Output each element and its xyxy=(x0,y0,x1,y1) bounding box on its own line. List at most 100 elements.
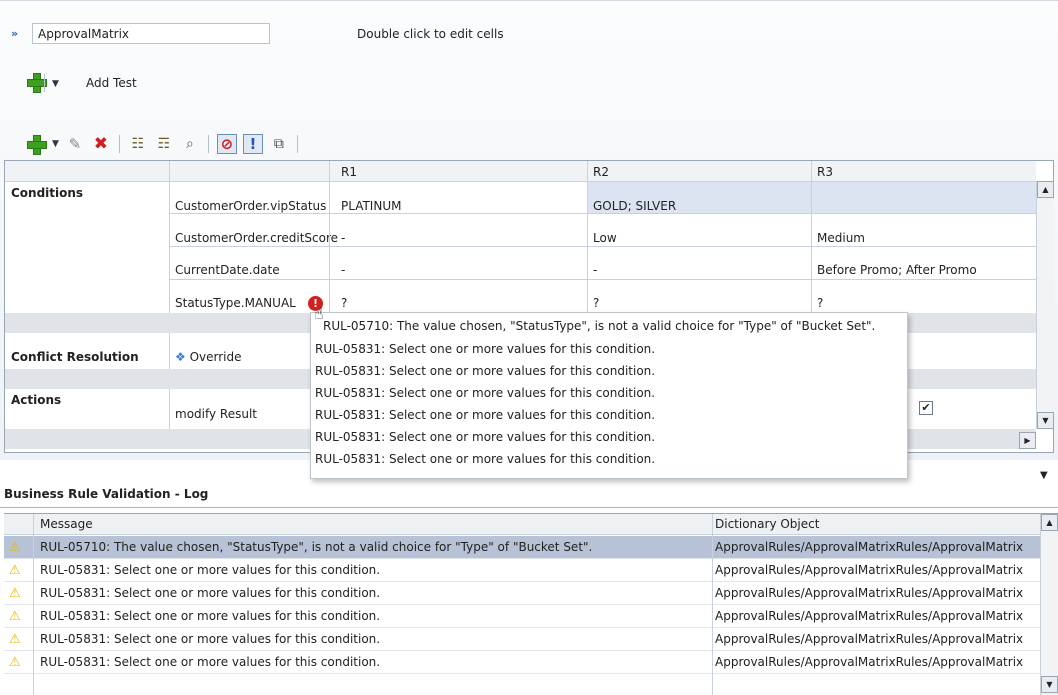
warning-icon: ⚠ xyxy=(9,632,21,647)
grid-line xyxy=(169,279,1036,280)
grid-line xyxy=(169,333,170,369)
log-message: RUL-05831: Select one or more values for… xyxy=(40,609,381,623)
conflict-resolution-label: Conflict Resolution xyxy=(11,350,139,364)
popup-message: RUL-05831: Select one or more values for… xyxy=(315,430,656,444)
log-object: ApprovalRules/ApprovalMatrixRules/Approv… xyxy=(715,540,1024,554)
advanced-settings-icon[interactable]: ⧉ xyxy=(269,134,289,154)
log-row[interactable]: ⚠ RUL-05710: The value chosen, "StatusTy… xyxy=(4,536,1058,559)
condition-cell[interactable]: ? xyxy=(587,296,599,310)
condition-cell[interactable]: Medium xyxy=(811,231,865,245)
grid-line xyxy=(712,514,713,695)
grid-line xyxy=(169,213,1036,214)
actions-section-label: Actions xyxy=(11,393,62,407)
condition-cell[interactable]: ? xyxy=(335,296,347,310)
merge-icon[interactable]: ☷ xyxy=(128,134,148,154)
log-header-row: Message Dictionary Object xyxy=(4,514,1058,535)
popup-message: RUL-05831: Select one or more values for… xyxy=(315,364,656,378)
column-header-r1[interactable]: R1 xyxy=(335,165,357,179)
column-header-r3[interactable]: R3 xyxy=(811,165,833,179)
popup-message: RUL-05831: Select one or more values for… xyxy=(315,408,656,422)
validate-icon[interactable]: ! xyxy=(242,134,263,154)
log-tab-title[interactable]: Business Rule Validation - Log xyxy=(4,487,208,501)
find-gaps-icon[interactable]: ⌕ xyxy=(180,134,200,154)
action-checkbox[interactable]: ✔ xyxy=(919,401,933,415)
grid-line xyxy=(169,161,170,313)
panel-collapse-icon[interactable]: ▼ xyxy=(1040,470,1048,481)
delete-icon[interactable]: ✖ xyxy=(91,134,111,154)
separator xyxy=(296,135,298,153)
override-label: Override xyxy=(189,350,242,364)
ruleset-name-input[interactable] xyxy=(32,23,270,44)
log-row[interactable]: ⚠ RUL-05831: Select one or more values f… xyxy=(4,582,1058,605)
log-vertical-scrollbar[interactable]: ▲ ▼ xyxy=(1040,514,1058,695)
log-row[interactable]: ⚠ RUL-05831: Select one or more values f… xyxy=(4,651,1058,674)
validation-popup: RUL-05710: The value chosen, "StatusType… xyxy=(310,312,908,479)
condition-cell[interactable]: - xyxy=(335,263,345,277)
add-row-plus-icon[interactable] xyxy=(26,134,47,155)
column-header-r2[interactable]: R2 xyxy=(587,165,609,179)
log-object: ApprovalRules/ApprovalMatrixRules/Approv… xyxy=(715,563,1024,577)
warning-icon: ⚠ xyxy=(9,609,21,624)
condition-name[interactable]: CustomerOrder.vipStatus xyxy=(169,199,326,213)
log-message: RUL-05831: Select one or more values for… xyxy=(40,563,381,577)
condition-name[interactable]: CustomerOrder.creditScore xyxy=(169,231,338,245)
separator xyxy=(44,74,45,92)
override-icon: ❖ xyxy=(175,350,186,364)
log-object: ApprovalRules/ApprovalMatrixRules/Approv… xyxy=(715,632,1024,646)
scroll-down-icon[interactable]: ▼ xyxy=(1037,412,1054,429)
grid-line xyxy=(169,246,1036,247)
log-message: RUL-05831: Select one or more values for… xyxy=(40,632,381,646)
popup-message: RUL-05831: Select one or more values for… xyxy=(315,452,656,466)
dictionary-object-column-header[interactable]: Dictionary Object xyxy=(715,517,1040,531)
log-row[interactable]: ⚠ RUL-05831: Select one or more values f… xyxy=(4,628,1058,651)
separator xyxy=(118,135,120,153)
add-dropdown-icon[interactable]: ▼ xyxy=(52,139,59,149)
conditions-section-label: Conditions xyxy=(11,186,84,200)
collapse-icon[interactable]: » xyxy=(11,27,18,40)
condition-name[interactable]: CurrentDate.date xyxy=(169,263,280,277)
log-table: Message Dictionary Object ⚠ RUL-05710: T… xyxy=(4,513,1058,695)
scroll-down-icon[interactable]: ▼ xyxy=(1041,676,1058,693)
popup-message: RUL-05710: The value chosen, "StatusType… xyxy=(323,319,876,333)
add-test-dropdown-icon[interactable]: ▼ xyxy=(52,79,59,89)
log-message: RUL-05831: Select one or more values for… xyxy=(40,655,381,669)
grid-line xyxy=(169,389,170,429)
warning-icon: ⚠ xyxy=(9,586,21,601)
log-message: RUL-05710: The value chosen, "StatusType… xyxy=(40,540,593,554)
vertical-scrollbar[interactable]: ▲ ▼ xyxy=(1036,181,1054,429)
grid-line xyxy=(587,161,588,313)
add-test-button[interactable]: Add Test xyxy=(86,76,137,90)
action-name[interactable]: modify Result xyxy=(169,407,257,421)
separator xyxy=(207,135,209,153)
edit-hint: Double click to edit cells xyxy=(357,27,504,41)
conflict-resolution-value[interactable]: ❖ Override xyxy=(169,350,242,364)
condition-cell[interactable]: ? xyxy=(811,296,823,310)
column-header-row xyxy=(5,161,1036,181)
condition-name[interactable]: StatusType.MANUAL xyxy=(169,296,296,310)
warning-icon: ⚠ xyxy=(9,563,21,578)
decision-table-toolbar: ▼ ✎ ✖ ☷ ☶ ⌕ ⊘ ! ⧉ xyxy=(26,133,300,155)
warning-icon: ⚠ xyxy=(9,655,21,670)
scroll-up-icon[interactable]: ▲ xyxy=(1037,181,1054,198)
condition-cell[interactable]: Before Promo; After Promo xyxy=(811,263,977,277)
condition-cell[interactable]: - xyxy=(335,231,345,245)
tab-underline xyxy=(0,507,1058,508)
split-icon[interactable]: ☶ xyxy=(154,134,174,154)
scroll-right-icon[interactable]: ▶ xyxy=(1019,432,1036,449)
hand-cursor-icon: ☝ xyxy=(314,304,324,323)
log-row[interactable]: ⚠ RUL-05831: Select one or more values f… xyxy=(4,605,1058,628)
condition-cell[interactable]: Low xyxy=(587,231,617,245)
no-conflict-icon[interactable]: ⊘ xyxy=(216,134,237,154)
grid-line xyxy=(5,181,1036,182)
add-test-plus-icon[interactable] xyxy=(26,72,47,93)
condition-cell[interactable]: PLATINUM xyxy=(335,199,401,213)
condition-cell[interactable]: GOLD; SILVER xyxy=(587,199,676,213)
grid-line xyxy=(33,514,34,695)
edit-pencil-icon[interactable]: ✎ xyxy=(65,134,85,154)
log-row[interactable]: ⚠ RUL-05831: Select one or more values f… xyxy=(4,559,1058,582)
condition-cell[interactable]: - xyxy=(587,263,597,277)
grid-line xyxy=(811,161,812,313)
message-column-header[interactable]: Message xyxy=(40,517,93,531)
grid-line xyxy=(329,161,330,313)
scroll-up-icon[interactable]: ▲ xyxy=(1041,514,1058,531)
